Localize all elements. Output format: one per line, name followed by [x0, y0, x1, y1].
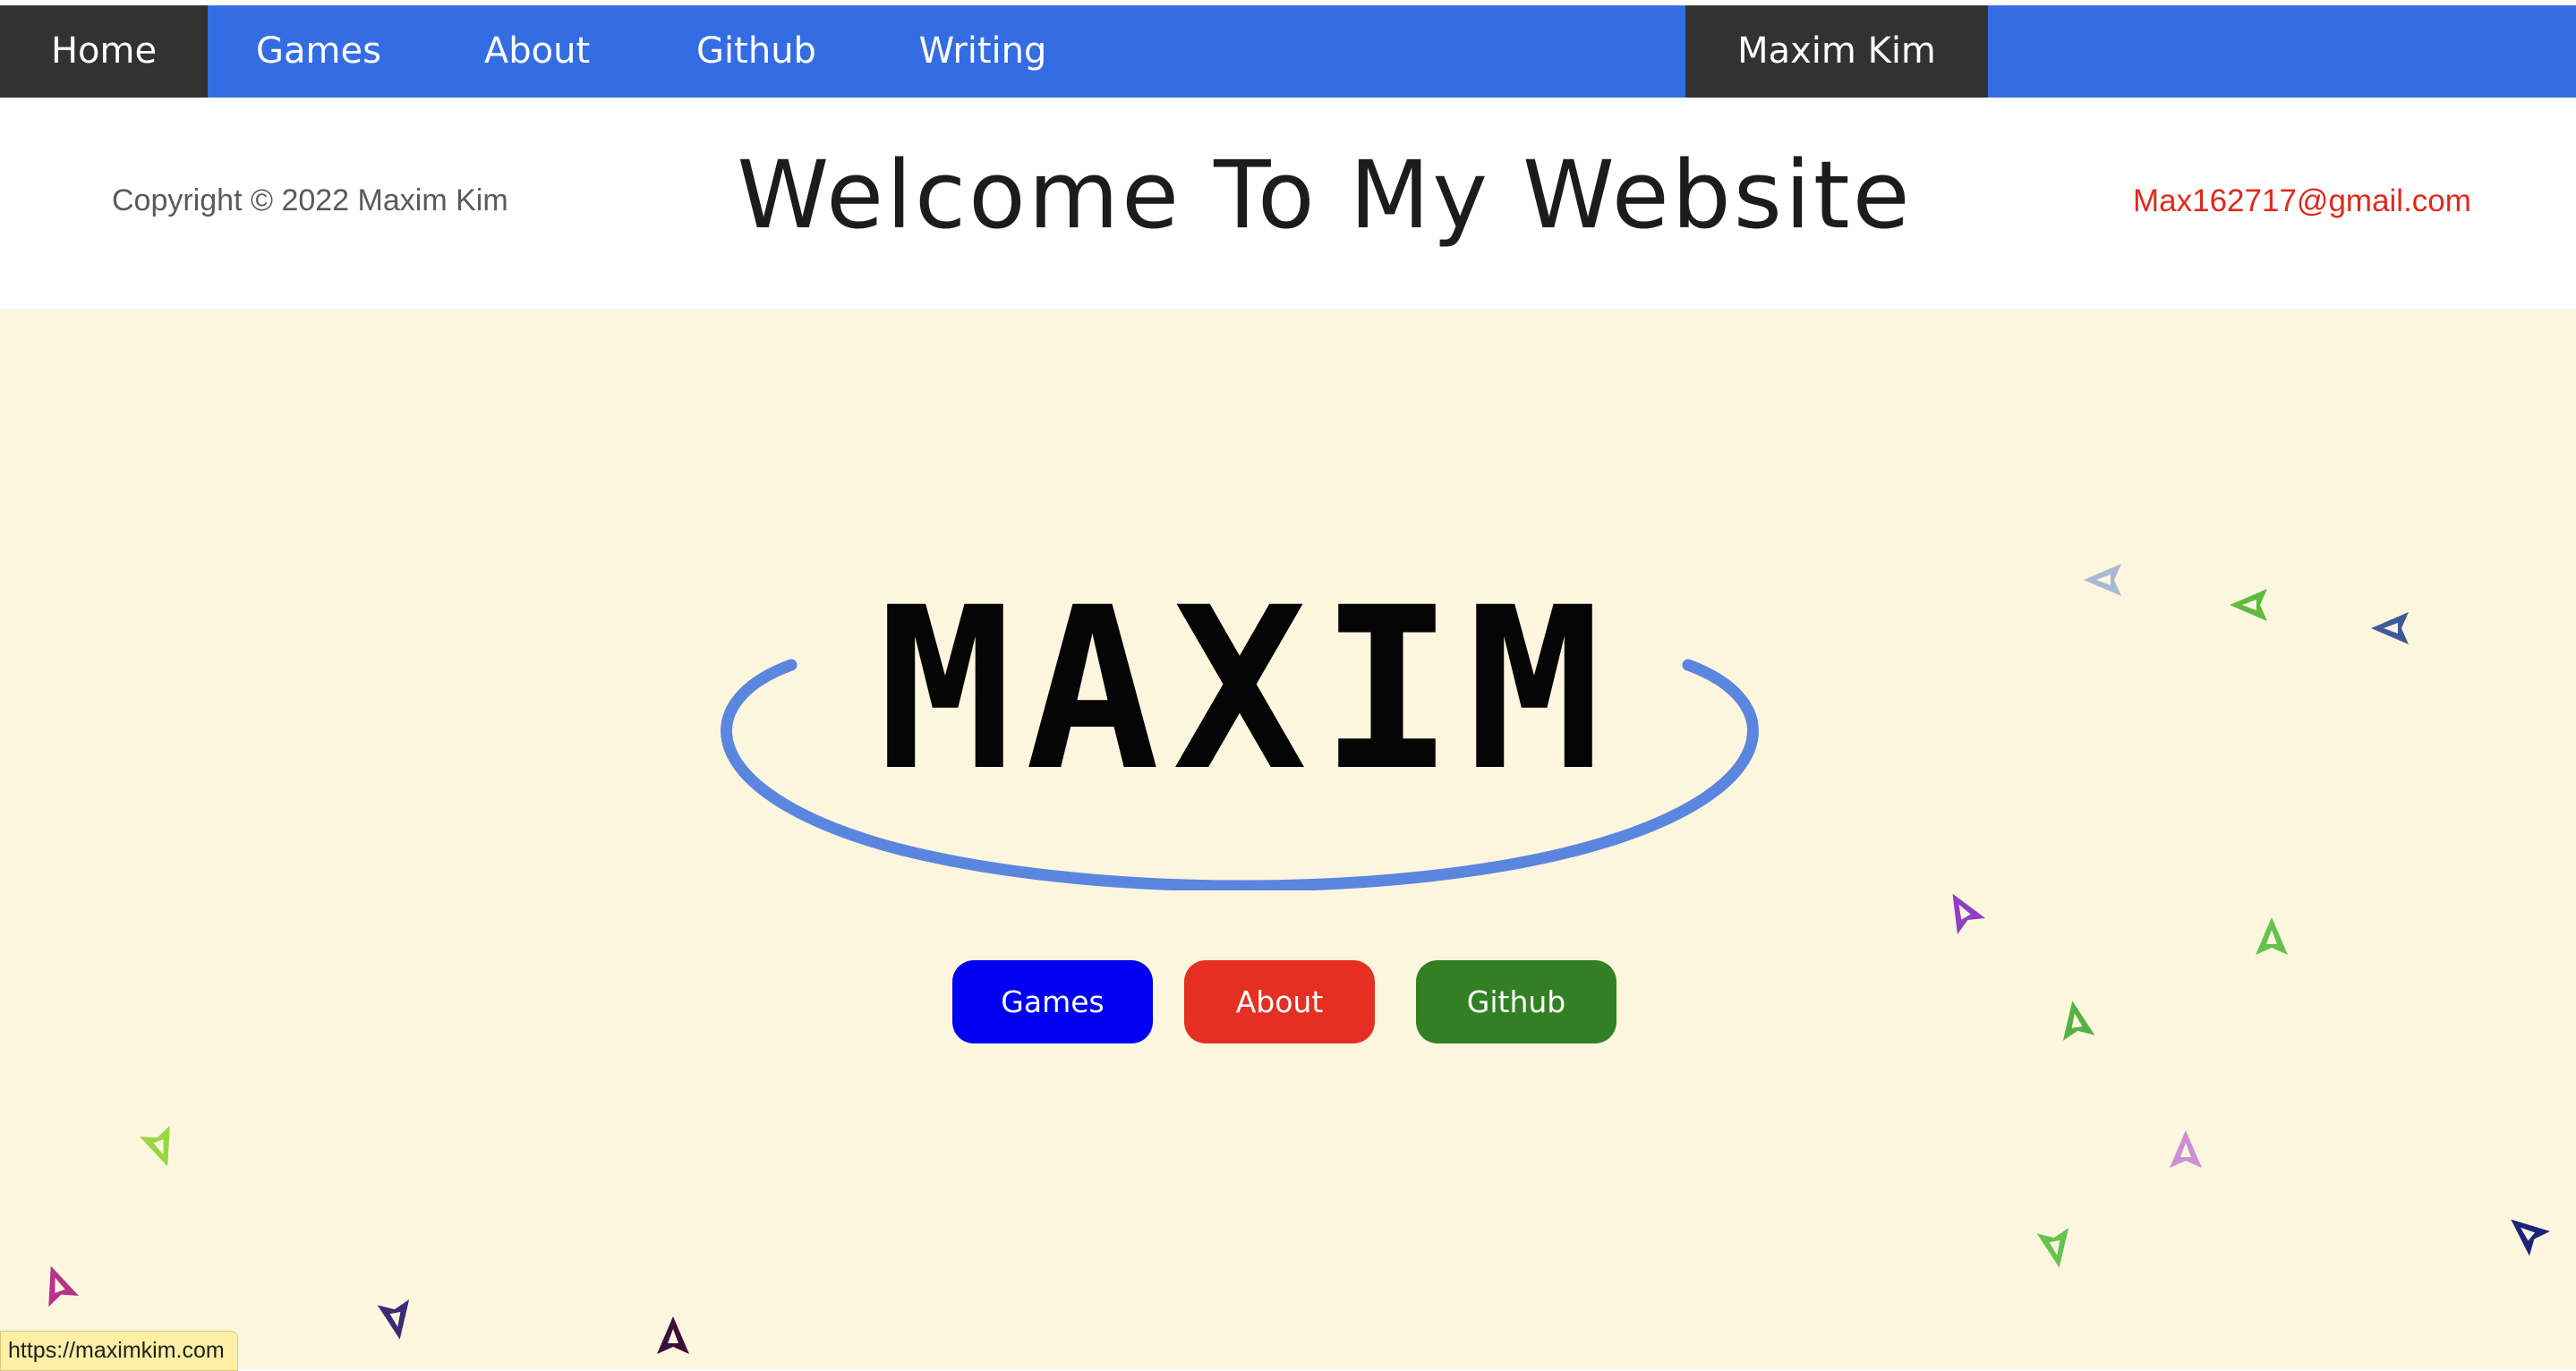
nav-owner-name[interactable]: Maxim Kim	[1685, 5, 1988, 98]
arrow-ship-icon	[48, 1265, 80, 1307]
nav-games[interactable]: Games	[208, 5, 430, 98]
about-button[interactable]: About	[1184, 960, 1375, 1043]
arrow-ship-icon	[2062, 1001, 2095, 1041]
arrow-ship-icon	[2511, 1219, 2551, 1256]
arrow-ship-icon	[2371, 612, 2409, 644]
arrow-ship-icon	[2256, 917, 2288, 955]
nav-about[interactable]: About	[430, 5, 644, 98]
email-link[interactable]: Max162717@gmail.com	[2133, 183, 2471, 219]
arrow-ship-icon	[377, 1299, 410, 1340]
arrow-ship-icon	[2084, 564, 2121, 596]
status-bar-url: https://maximkim.com	[0, 1331, 238, 1371]
nav-home[interactable]: Home	[0, 5, 208, 98]
arrow-ship-icon	[657, 1316, 689, 1354]
arrow-ship-icon	[1952, 893, 1986, 934]
github-button[interactable]: Github	[1416, 960, 1616, 1043]
hero-section: MAXIM Games About Github	[0, 309, 2576, 1369]
top-nav: Home Games About Github Writing Maxim Ki…	[0, 5, 2576, 98]
arrow-ship-icon	[2036, 1228, 2069, 1268]
games-button[interactable]: Games	[952, 960, 1153, 1043]
arrow-ship-icon	[139, 1125, 170, 1167]
page-header: Copyright © 2022 Maxim Kim Welcome To My…	[0, 98, 2576, 309]
nav-github[interactable]: Github	[644, 5, 868, 98]
arrow-ship-icon	[2170, 1130, 2202, 1168]
nav-writing[interactable]: Writing	[868, 5, 1097, 98]
arrow-ship-icon	[2230, 589, 2267, 621]
